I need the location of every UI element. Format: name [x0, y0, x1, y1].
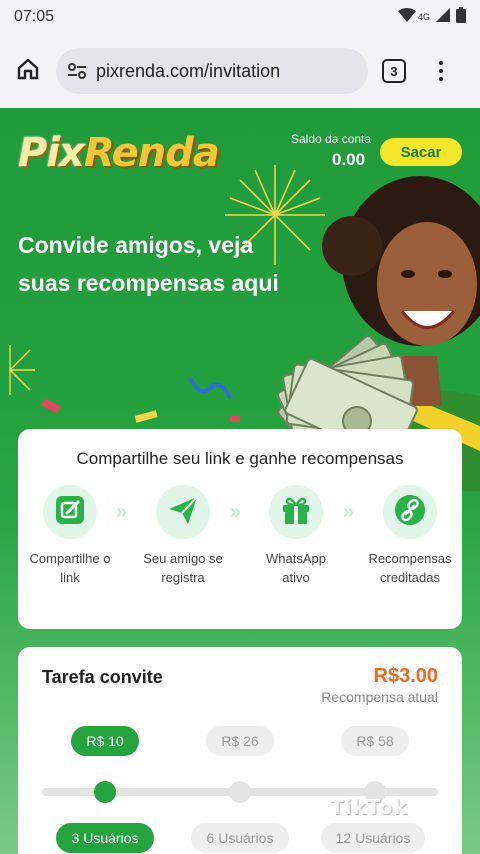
home-icon — [16, 57, 40, 86]
tier-reward-pill[interactable]: R$ 10 — [71, 726, 139, 756]
url-text: pixrenda.com/invitation — [96, 60, 281, 81]
step-whatsapp-active: WhatsApp ativo — [246, 485, 346, 587]
step-rewards-credited: Recompensas creditadas — [360, 485, 460, 587]
chevron-right-icon: » — [230, 501, 242, 523]
tab-count: 3 — [390, 63, 398, 79]
tier-progress-dot — [94, 781, 116, 803]
more-menu-icon[interactable] — [436, 61, 446, 81]
current-reward-label: Recompensa atual — [321, 689, 438, 705]
paper-plane-icon — [166, 493, 200, 532]
site-settings-icon[interactable] — [66, 60, 88, 82]
invite-task-card: Tarefa convite R$3.00 Recompensa atual R… — [18, 647, 462, 854]
battery-icon — [456, 6, 466, 28]
chevron-right-icon: » — [116, 501, 128, 523]
address-bar[interactable]: pixrenda.com/invitation — [56, 48, 368, 94]
withdraw-button[interactable]: Sacar — [380, 138, 462, 166]
share-title: Compartilhe seu link e ganhe recompensas — [76, 449, 404, 468]
tier-users-pill[interactable]: 6 Usuários — [191, 823, 289, 853]
tab-switcher-button[interactable]: 3 — [382, 59, 406, 83]
edit-icon — [53, 493, 87, 532]
status-icons: 4G — [397, 6, 466, 28]
browser-toolbar: pixrenda.com/invitation 3 — [0, 34, 480, 108]
current-reward-value: R$3.00 — [373, 665, 439, 687]
invitation-page: PixRenda Saldo da conta 0.00 Sacar Convi… — [0, 108, 480, 854]
confetti-icon — [41, 377, 240, 423]
chevron-right-icon: » — [343, 501, 355, 523]
link-icon — [393, 493, 427, 532]
gift-icon — [279, 493, 313, 532]
pixrenda-logo: PixRenda — [18, 130, 220, 176]
step-share-link: Compartilhe o link — [20, 485, 120, 587]
tier-users-pill[interactable]: 3 Usuários — [56, 823, 154, 853]
tier-reward-pill[interactable]: R$ 58 — [341, 726, 409, 756]
status-bar: 07:05 4G — [0, 0, 480, 34]
balance-label: Saldo da conta — [291, 132, 372, 146]
network-type: 4G — [417, 12, 430, 22]
hero-headline: Convide amigos, veja suas recompensas aq… — [18, 232, 279, 296]
step-friend-registers: Seu amigo se registra — [133, 485, 233, 587]
task-title: Tarefa convite — [42, 667, 163, 687]
tier-reward-pill[interactable]: R$ 26 — [206, 726, 274, 756]
share-steps-card: Compartilhe seu link e ganhe recompensas… — [18, 429, 462, 629]
fireworks-icon — [9, 345, 35, 395]
status-time: 07:05 — [14, 8, 55, 25]
home-button[interactable] — [12, 55, 44, 87]
tiktok-watermark: TikTok — [330, 795, 408, 819]
tier-progress-dot — [229, 781, 251, 803]
wifi-icon — [397, 7, 416, 27]
tier-users-pill[interactable]: 12 Usuários — [321, 823, 425, 853]
signal-icon — [436, 7, 450, 27]
